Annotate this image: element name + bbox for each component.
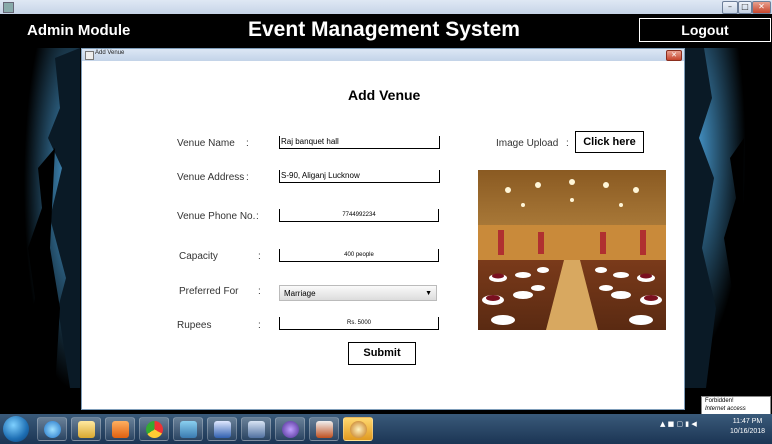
app-icon <box>3 2 14 13</box>
submit-button[interactable]: Submit <box>348 342 416 365</box>
capacity-field[interactable]: 400 people <box>279 249 439 262</box>
network-warning-tooltip: Forbidden! Internet access <box>701 396 771 415</box>
close-button[interactable]: ✕ <box>752 1 771 14</box>
maximize-button[interactable]: □ <box>738 1 752 14</box>
forbidden-text: Forbidden! <box>705 398 734 404</box>
dropdown-arrow-icon: ▼ <box>425 290 432 297</box>
logout-button[interactable]: Logout <box>639 18 771 42</box>
clock-date: 10/16/2018 <box>730 428 766 435</box>
rupees-field[interactable]: Rs. 5000 <box>279 317 439 330</box>
clock[interactable]: 11:47 PM 10/16/2018 <box>730 417 765 437</box>
venue-name-label: Venue Name <box>177 138 235 149</box>
photos-icon[interactable] <box>173 417 203 441</box>
system-tray-icons[interactable]: ▲ ■ ▢ ▮ ◀ <box>660 420 697 428</box>
virtualbox-icon[interactable] <box>241 417 271 441</box>
start-button[interactable] <box>3 416 29 442</box>
inner-close-button[interactable]: ✕ <box>666 50 682 61</box>
word-icon[interactable] <box>207 417 237 441</box>
left-crowd-silhouette <box>0 48 80 388</box>
preferred-for-value: Marriage <box>284 289 316 298</box>
preferred-for-colon: : <box>258 286 261 297</box>
network-globe-icon[interactable] <box>343 417 373 441</box>
right-crowd-silhouette <box>684 48 772 388</box>
image-upload-label: Image Upload <box>496 138 559 149</box>
explorer-icon[interactable] <box>71 417 101 441</box>
media-player-icon[interactable] <box>105 417 135 441</box>
outer-title-bar: – □ ✕ <box>0 0 772 14</box>
java-icon[interactable] <box>309 417 339 441</box>
app-header: Admin Module Event Management System Log… <box>0 14 772 48</box>
inner-title-bar: Add Venue ✕ <box>82 49 684 61</box>
venue-name-colon: : <box>246 138 249 149</box>
form-heading: Add Venue <box>348 87 421 103</box>
rupees-colon: : <box>258 320 261 331</box>
app-title: Event Management System <box>248 18 520 41</box>
inner-window-title: Add Venue <box>95 50 125 56</box>
taskbar: ▲ ■ ▢ ▮ ◀ 11:47 PM 10/16/2018 <box>0 414 772 444</box>
window-icon <box>85 51 94 60</box>
rupees-label: Rupees <box>177 320 212 331</box>
venue-address-colon: : <box>246 172 249 183</box>
capacity-colon: : <box>258 251 261 262</box>
capacity-label: Capacity <box>179 251 218 262</box>
venue-phone-colon: : <box>256 211 259 222</box>
internet-access-text: Internet access <box>705 406 746 412</box>
clock-time: 11:47 PM <box>732 418 763 425</box>
venue-photo <box>478 170 666 330</box>
chrome-icon[interactable] <box>139 417 169 441</box>
image-upload-button[interactable]: Click here <box>575 131 644 153</box>
venue-phone-label: Venue Phone No. <box>177 211 256 222</box>
module-label: Admin Module <box>27 22 131 39</box>
add-venue-window: Add Venue ✕ Add Venue Venue Name : Raj b… <box>81 48 685 410</box>
image-upload-colon: : <box>566 138 569 149</box>
minimize-button[interactable]: – <box>722 1 738 14</box>
ie-icon[interactable] <box>37 417 67 441</box>
venue-name-field[interactable]: Raj banquet hall <box>279 136 440 149</box>
preferred-for-select[interactable]: Marriage ▼ <box>279 285 437 301</box>
venue-address-label: Venue Address <box>177 172 245 183</box>
eclipse-icon[interactable] <box>275 417 305 441</box>
venue-phone-field[interactable]: 7744992234 <box>279 209 439 222</box>
preferred-for-label: Preferred For <box>179 286 239 297</box>
venue-address-field[interactable]: S-90, Aliganj Lucknow <box>279 170 440 183</box>
